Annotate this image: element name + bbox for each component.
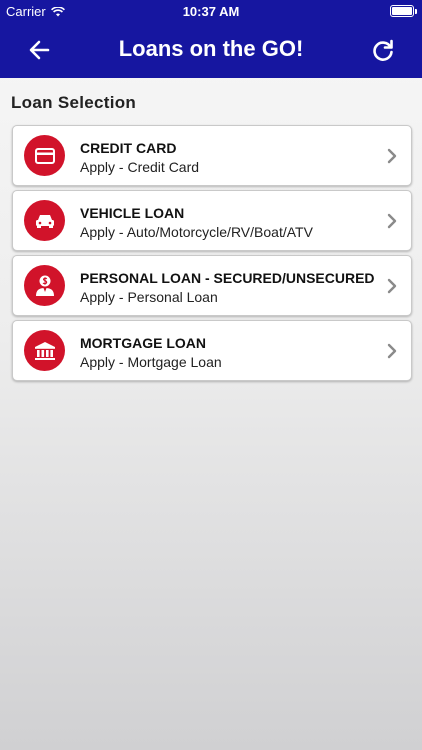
section-title: Loan Selection xyxy=(11,93,137,112)
loan-name: CREDIT CARD xyxy=(80,140,177,156)
bank-icon xyxy=(34,341,55,360)
loan-name: MORTGAGE LOAN xyxy=(80,335,206,351)
icon-badge xyxy=(24,200,65,241)
icon-badge xyxy=(24,330,65,371)
loan-subtitle: Apply - Auto/Motorcycle/RV/Boat/ATV xyxy=(80,224,313,240)
loan-subtitle: Apply - Personal Loan xyxy=(80,289,218,305)
refresh-icon[interactable] xyxy=(370,38,396,64)
status-time: 10:37 AM xyxy=(182,4,240,19)
loan-item-vehicle-loan[interactable]: VEHICLE LOAN Apply - Auto/Motorcycle/RV/… xyxy=(12,190,412,251)
chevron-right-icon xyxy=(387,213,397,229)
loan-subtitle: Apply - Credit Card xyxy=(80,159,200,175)
status-bar: Carrier 10:37 AM xyxy=(0,0,422,22)
loan-name: VEHICLE LOAN xyxy=(80,205,185,221)
chevron-right-icon xyxy=(387,148,397,164)
loan-subtitle: Apply - Mortgage Loan xyxy=(80,354,222,370)
app-header: Carrier 10:37 AM Loans on the GO! xyxy=(0,0,422,78)
icon-badge xyxy=(24,135,65,176)
person-dollar-icon xyxy=(35,275,54,296)
loan-item-personal-loan[interactable]: PERSONAL LOAN - SECURED/UNSECURED Apply … xyxy=(12,255,412,316)
navigation-bar: Loans on the GO! xyxy=(0,22,422,78)
battery-icon xyxy=(390,5,417,17)
chevron-right-icon xyxy=(387,278,397,294)
chevron-right-icon xyxy=(387,343,397,359)
icon-badge xyxy=(24,265,65,306)
loan-name: PERSONAL LOAN - SECURED/UNSECURED xyxy=(80,270,375,286)
car-icon xyxy=(35,214,54,228)
loan-item-credit-card[interactable]: CREDIT CARD Apply - Credit Card xyxy=(12,125,412,186)
loan-item-mortgage-loan[interactable]: MORTGAGE LOAN Apply - Mortgage Loan xyxy=(12,320,412,381)
credit-card-icon xyxy=(34,147,55,164)
page-title: Loans on the GO! xyxy=(118,36,304,61)
loan-list: CREDIT CARD Apply - Credit Card VEHICLE … xyxy=(12,125,412,385)
